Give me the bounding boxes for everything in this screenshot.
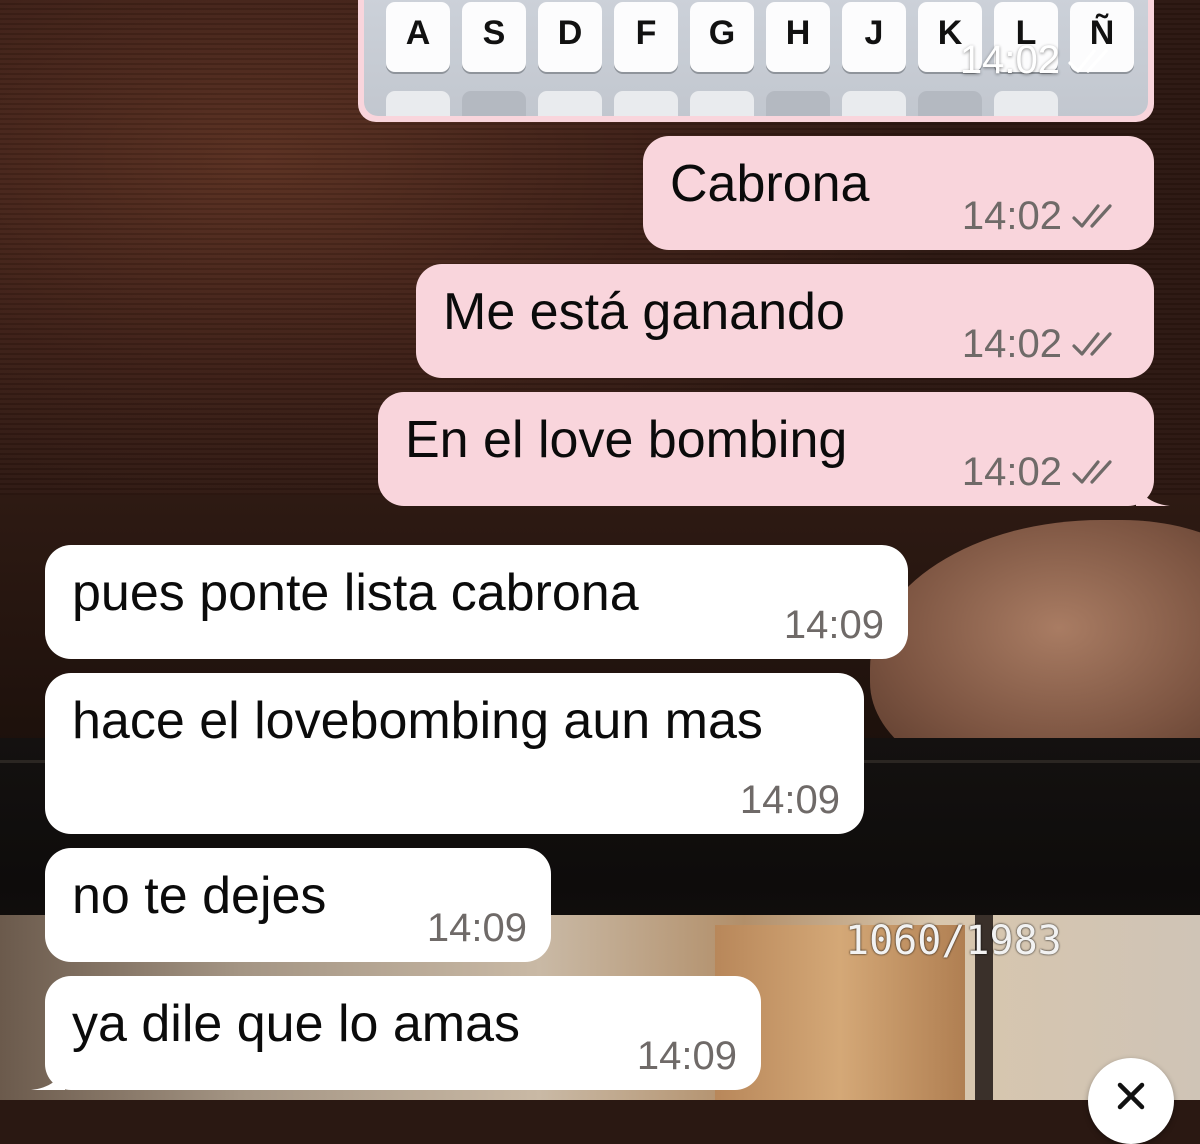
message-time: 14:02: [961, 322, 1062, 366]
incoming-message-bubble[interactable]: no te dejes 14:09: [45, 848, 551, 962]
message-time: 14:09: [783, 603, 884, 647]
bubble-tail: [1136, 480, 1170, 506]
incoming-message-bubble[interactable]: ya dile que lo amas 14:09: [31, 976, 761, 1090]
keyboard-key-partial: [614, 91, 678, 116]
message-meta: 14:02: [962, 452, 1130, 492]
close-icon: [1117, 1082, 1145, 1110]
keyboard-key: S: [462, 2, 526, 72]
double-check-icon: [1068, 48, 1108, 73]
double-check-icon: [1072, 460, 1112, 484]
message-time: 14:02: [961, 194, 1062, 238]
message-text: hace el lovebombing aun mas: [72, 692, 763, 750]
close-button[interactable]: [1088, 1058, 1174, 1144]
message-meta: 14:02: [962, 324, 1130, 364]
keyboard-key: D: [538, 2, 602, 72]
message-meta: 14:09: [427, 908, 527, 948]
message-meta: 14:09: [637, 1036, 737, 1076]
message-text: Cabrona: [670, 155, 870, 213]
message-time: 14:02: [961, 450, 1062, 494]
double-check-icon: [1072, 204, 1112, 228]
keyboard-key: H: [766, 2, 830, 72]
keyboard-key: F: [614, 2, 678, 72]
outgoing-message-bubble[interactable]: Me está ganando 14:02: [416, 264, 1154, 378]
image-message-bubble[interactable]: A S D F G H J K L Ñ 14:02: [358, 0, 1154, 122]
keyboard-key-partial: [386, 91, 450, 116]
message-text: Me está ganando: [443, 283, 845, 341]
bubble-tail: [31, 1064, 65, 1090]
message-text: pues ponte lista cabrona: [72, 564, 639, 622]
keyboard-key-partial: [462, 91, 526, 116]
message-time: 14:09: [739, 778, 840, 822]
keyboard-key-partial: [918, 91, 982, 116]
wallpaper-counter-text: 1060/1983: [845, 918, 1062, 964]
keyboard-key: J: [842, 2, 906, 72]
double-check-icon: [1072, 332, 1112, 356]
keyboard-key: A: [386, 2, 450, 72]
keyboard-screenshot-image[interactable]: A S D F G H J K L Ñ 14:02: [364, 0, 1148, 116]
keyboard-key-partial: [842, 91, 906, 116]
message-meta: 14:02: [960, 38, 1126, 83]
keyboard-key-partial: [994, 91, 1058, 116]
message-meta: 14:02: [962, 196, 1130, 236]
incoming-message-bubble[interactable]: hace el lovebombing aun mas 14:09: [45, 673, 864, 834]
message-meta: 14:09: [740, 780, 840, 820]
message-time: 14:09: [426, 906, 527, 950]
message-text: ya dile que lo amas: [72, 995, 521, 1053]
keyboard-key-row-partial: [386, 91, 1058, 116]
outgoing-message-bubble[interactable]: En el love bombing 14:02: [378, 392, 1170, 506]
incoming-message-bubble[interactable]: pues ponte lista cabrona 14:09: [45, 545, 908, 659]
keyboard-key: G: [690, 2, 754, 72]
message-text: En el love bombing: [405, 411, 848, 469]
message-text: no te dejes: [72, 867, 327, 925]
message-time: 14:09: [636, 1034, 737, 1078]
message-meta: 14:09: [784, 605, 884, 645]
keyboard-key-partial: [766, 91, 830, 116]
keyboard-key-partial: [538, 91, 602, 116]
keyboard-key-partial: [690, 91, 754, 116]
message-time: 14:02: [959, 38, 1060, 82]
outgoing-message-bubble[interactable]: Cabrona 14:02: [643, 136, 1154, 250]
